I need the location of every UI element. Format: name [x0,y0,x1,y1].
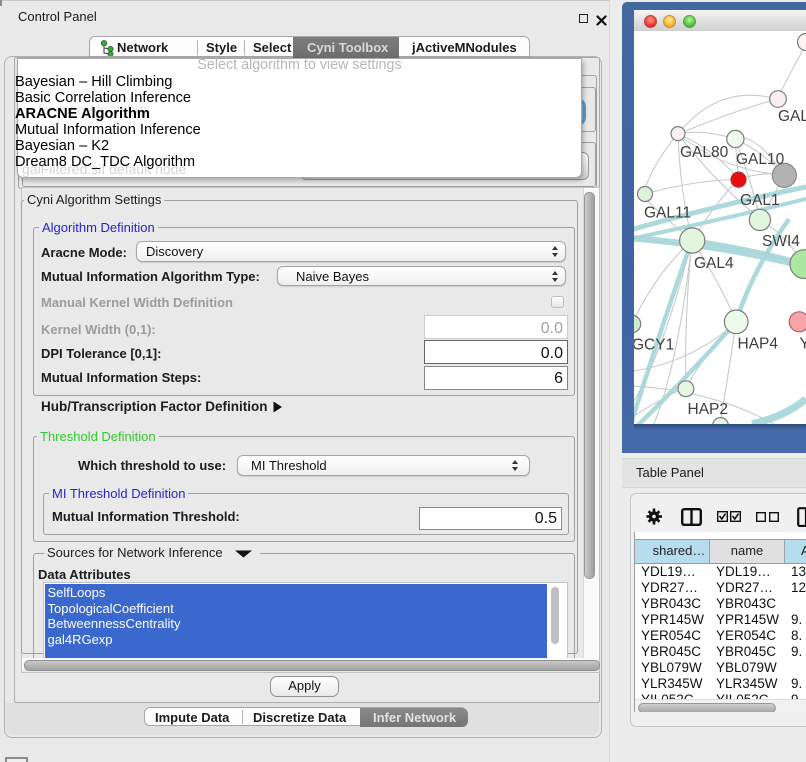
svg-text:SWI4: SWI4 [762,233,800,250]
svg-text:GCY1: GCY1 [634,337,674,354]
svg-text:Y: Y [800,336,806,353]
svg-text:GAL10: GAL10 [736,151,785,168]
svg-text:GAL80: GAL80 [680,144,729,161]
svg-text:GAL2: GAL2 [778,108,806,125]
svg-text:HAP2: HAP2 [688,401,729,418]
svg-text:GAL4: GAL4 [694,255,734,272]
svg-text:GAL11: GAL11 [644,205,691,222]
svg-text:HAP4: HAP4 [738,336,779,353]
svg-text:GAL1: GAL1 [740,192,780,209]
